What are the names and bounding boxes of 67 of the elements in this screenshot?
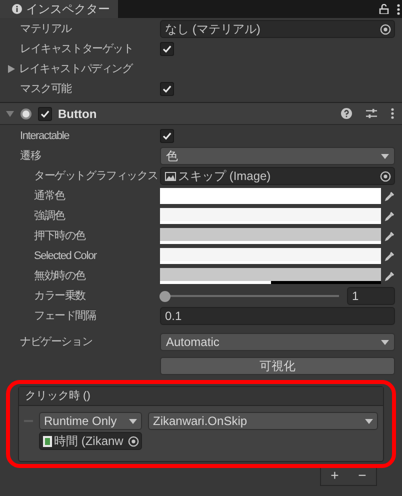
help-icon[interactable] — [341, 108, 352, 119]
foldout-arrow-icon[interactable] — [6, 110, 14, 118]
color-swatch[interactable] — [160, 228, 381, 244]
color-swatch[interactable] — [160, 208, 381, 224]
field-label: ナビゲーション — [20, 334, 92, 350]
image-icon — [165, 172, 176, 180]
target-icon[interactable] — [128, 436, 139, 446]
more-icon[interactable] — [397, 4, 400, 14]
checkbox[interactable] — [38, 106, 52, 120]
slider[interactable] — [160, 290, 339, 302]
inspector-tab[interactable]: インスペクター — [0, 0, 118, 18]
color-swatch[interactable] — [160, 248, 381, 264]
dropdown[interactable]: 色 — [160, 147, 395, 165]
dropdown[interactable]: Runtime Only — [39, 412, 142, 430]
field-label: 押下時の色 — [34, 228, 86, 244]
remove-button[interactable]: − — [354, 465, 370, 486]
field-label: レイキャストパディング — [19, 62, 132, 77]
eyedropper-icon[interactable] — [384, 190, 395, 202]
object-field[interactable]: スキップ (Image) — [160, 167, 395, 185]
field-label: 遷移 — [20, 148, 41, 164]
color-swatch[interactable] — [160, 268, 381, 284]
number-field[interactable]: 0.1 — [160, 307, 395, 325]
component-title: Button — [58, 106, 98, 122]
object-field[interactable]: なし (マテリアル) — [160, 20, 395, 38]
target-icon[interactable] — [380, 24, 391, 34]
component-header[interactable]: Button — [0, 103, 402, 125]
object-field[interactable]: 時間 (Zikanw — [39, 432, 142, 450]
eyedropper-icon[interactable] — [384, 270, 395, 282]
event-title: クリック時 () — [25, 388, 90, 404]
field-label: 通常色 — [34, 188, 65, 204]
eyedropper-icon[interactable] — [384, 250, 395, 262]
checkbox[interactable] — [160, 129, 174, 143]
foldout-arrow-icon[interactable] — [8, 65, 15, 73]
number-field[interactable]: 1 — [347, 287, 395, 305]
checkbox[interactable] — [160, 82, 174, 96]
field-label: Interactable — [20, 128, 70, 144]
eyedropper-icon[interactable] — [384, 230, 395, 242]
more-icon[interactable] — [391, 108, 394, 119]
caret-icon — [381, 154, 389, 158]
dropdown[interactable]: Zikanwari.OnSkip — [148, 412, 378, 430]
object-value: スキップ (Image) — [178, 168, 271, 185]
field-label: フェード間隔 — [34, 308, 96, 324]
eyedropper-icon[interactable] — [384, 210, 395, 222]
field-label: Selected Color — [34, 248, 96, 264]
script-icon — [43, 436, 52, 446]
component-icon — [20, 108, 32, 120]
field-label: カラー乗数 — [34, 288, 86, 304]
target-icon[interactable] — [380, 170, 391, 182]
color-swatch[interactable] — [160, 188, 381, 204]
object-value: なし (マテリアル) — [165, 21, 260, 38]
field-label: マテリアル — [20, 22, 72, 37]
add-button[interactable]: + — [326, 465, 343, 486]
checkbox[interactable] — [160, 42, 174, 56]
field-label: レイキャストターゲット — [20, 42, 134, 57]
caret-icon — [381, 340, 389, 344]
object-value: 時間 (Zikanw — [54, 433, 124, 450]
field-label: 強調色 — [34, 208, 65, 224]
info-icon — [12, 4, 22, 14]
dropdown[interactable]: Automatic — [160, 333, 395, 351]
field-label: マスク可能 — [20, 82, 72, 97]
lock-icon[interactable] — [379, 4, 389, 14]
caret-icon — [365, 418, 373, 424]
visualize-button[interactable]: 可視化 — [160, 357, 395, 375]
presets-icon[interactable] — [366, 108, 377, 119]
caret-icon — [129, 418, 137, 424]
field-label: 無効時の色 — [34, 268, 86, 284]
field-label: ターゲットグラフィックス — [34, 168, 158, 184]
